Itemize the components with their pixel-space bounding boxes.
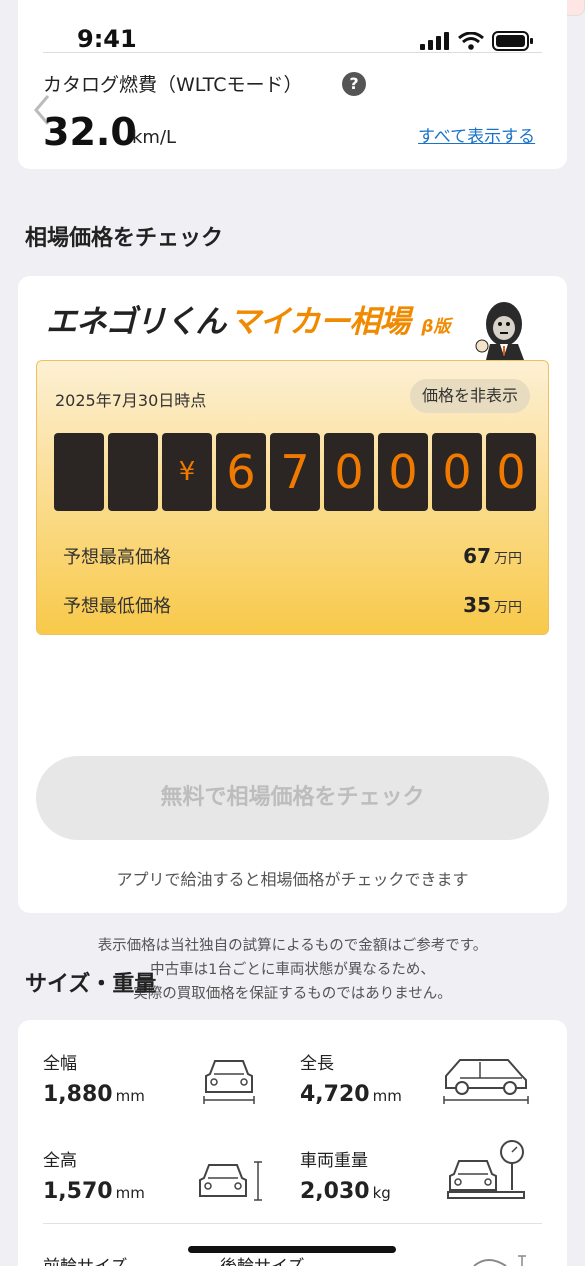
battery-icon [492, 31, 533, 51]
car-weight-scale-icon [447, 1140, 525, 1199]
tire-icon [473, 1255, 526, 1266]
hide-price-button[interactable]: 価格を非表示 [409, 379, 530, 413]
spec-value: 1,570 [43, 1179, 113, 1204]
spec-unit: mm [115, 1184, 145, 1202]
spec-height: 全高 1,570 mm [43, 1146, 145, 1204]
market-section-title: 相場価格をチェック [25, 226, 224, 251]
spec-label: 全高 [43, 1151, 77, 1171]
min-price-unit: 万円 [494, 600, 522, 616]
fuel-unit: km/L [132, 127, 177, 148]
max-price-value: 67 [463, 544, 491, 568]
front-tire-label: 前輪サイズ [43, 1252, 128, 1266]
car-width-icon [203, 1060, 255, 1104]
rear-tire-label: 後輪サイズ [220, 1252, 305, 1266]
divider [43, 1223, 542, 1224]
spec-label: 車両重量 [300, 1151, 368, 1171]
spec-value: 2,030 [300, 1179, 370, 1204]
spec-label: 全長 [300, 1054, 334, 1074]
gorilla-mascot-icon [475, 302, 524, 360]
spec-unit: kg [372, 1184, 391, 1202]
price-digit [108, 433, 158, 511]
divider [43, 52, 542, 53]
price-digit: 0 [324, 433, 374, 511]
min-price-value: 35 [463, 593, 491, 617]
status-icons [420, 30, 534, 52]
price-digit: 0 [432, 433, 482, 511]
banner-main: エネゴリくん [46, 304, 226, 340]
spec-unit: mm [115, 1087, 145, 1105]
check-price-button[interactable]: 無料で相場価格をチェック [36, 756, 549, 840]
spec-length: 全長 4,720 mm [300, 1049, 402, 1107]
fuel-label: カタログ燃費（WLTCモード） [43, 74, 303, 96]
signal-icon [420, 32, 449, 50]
spec-width: 全幅 1,880 mm [43, 1049, 145, 1107]
price-digit: 7 [270, 433, 320, 511]
fuel-value: 32.0 [43, 110, 137, 154]
size-section-title: サイズ・重量 [25, 972, 157, 997]
help-icon[interactable]: ? [342, 72, 366, 96]
mycar-souba-logo: エネゴリくん マイカー相場 β版 [46, 296, 451, 342]
min-price-label: 予想最低価格 [63, 596, 171, 617]
spec-label: 全幅 [43, 1054, 77, 1074]
banner-accent: マイカー相場 [229, 304, 410, 340]
home-indicator[interactable] [188, 1246, 396, 1253]
spec-value: 1,880 [43, 1082, 113, 1107]
price-digit: 0 [378, 433, 428, 511]
wifi-icon [458, 32, 484, 50]
car-length-icon [443, 1059, 529, 1104]
price-digit: 6 [216, 433, 266, 511]
disclaimer-line: 表示価格は当社独自の試算によるもので金額はご参考です。 [97, 938, 488, 954]
spec-unit: mm [372, 1087, 402, 1105]
price-date: 2025年7月30日時点 [55, 391, 207, 410]
price-digit: 0 [486, 433, 536, 511]
spec-value: 4,720 [300, 1082, 370, 1107]
max-price-label: 予想最高価格 [63, 547, 171, 568]
status-time: 9:41 [77, 25, 137, 53]
price-digit: ¥ [162, 433, 212, 511]
banner-beta: β版 [421, 317, 451, 337]
price-panel: 2025年7月30日時点 価格を非表示 ¥ 6 7 0 0 0 0 予想最高価格… [36, 360, 549, 635]
max-price-row: 予想最高価格 67 万円 [63, 543, 522, 569]
price-digits: ¥ 6 7 0 0 0 0 [54, 433, 536, 511]
car-height-icon [199, 1161, 262, 1201]
max-price-unit: 万円 [494, 551, 522, 567]
show-all-link[interactable]: すべて表示する [418, 122, 535, 147]
min-price-row: 予想最低価格 35 万円 [63, 592, 522, 618]
price-digit [54, 433, 104, 511]
spec-weight: 車両重量 2,030 kg [300, 1146, 391, 1204]
app-note: アプリで給油すると相場価格がチェックできます [116, 870, 469, 889]
